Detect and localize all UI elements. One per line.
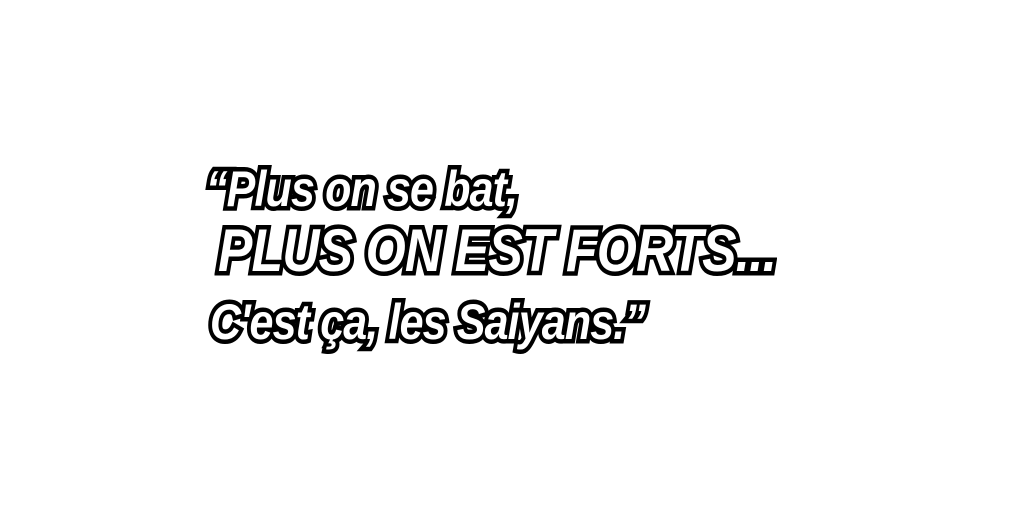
quote-line-1: “Plus on se bat, bbox=[202, 160, 522, 219]
quote-block: “Plus on se bat, PLUS ON EST FORTS... C'… bbox=[0, 0, 1024, 512]
quote-line-3: C'est ça, les Saiyans.” bbox=[206, 293, 650, 352]
quote-line-2: PLUS ON EST FORTS... bbox=[214, 216, 781, 285]
